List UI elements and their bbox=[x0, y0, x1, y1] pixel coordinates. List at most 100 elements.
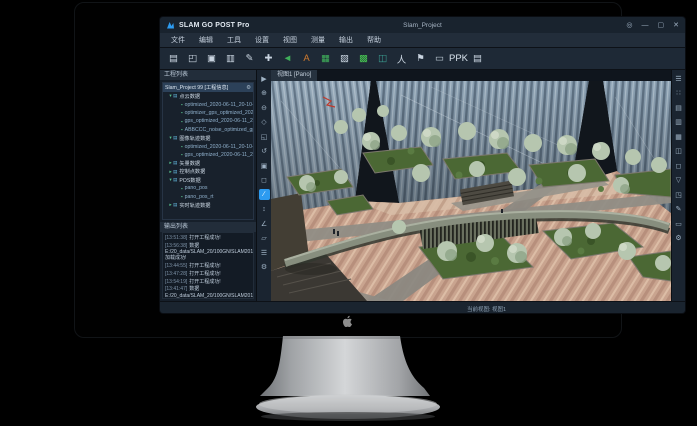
layer-list-icon[interactable]: ☰ bbox=[673, 73, 684, 84]
imac-stand bbox=[252, 330, 452, 426]
measure-distance-icon[interactable]: ∕ bbox=[259, 189, 270, 200]
minimize-button[interactable]: — bbox=[642, 22, 649, 29]
tree-item-icon: ▪ bbox=[181, 119, 183, 124]
tree-root-label: Slam_Project 99 [工程信息] bbox=[165, 84, 246, 91]
view-toolbar-left: ▶ ⊕ ⊖ ◇ ◱ ↺ ▣ ◻ ∕ ↕ ∠ ▱ ☰ ⚙ bbox=[257, 70, 271, 301]
imac-monitor: SLAM GO POST Pro Slam_Project ◎ — ▢ ✕ 文件… bbox=[74, 2, 622, 338]
measure-angle-icon[interactable]: ∠ bbox=[259, 218, 270, 229]
menu-item[interactable]: 帮助 bbox=[360, 33, 388, 48]
image-list-icon[interactable]: ▨ bbox=[336, 51, 353, 67]
rgb-render-icon[interactable]: ▦ bbox=[673, 131, 684, 142]
menu-item[interactable]: 文件 bbox=[164, 33, 192, 48]
import-file-icon[interactable]: ▣ bbox=[203, 51, 220, 67]
annotate-tool-icon[interactable]: ✎ bbox=[673, 204, 684, 215]
text-annotation-icon[interactable]: A bbox=[298, 51, 315, 67]
log-entry: [13:51:38]打开工程成功! bbox=[165, 235, 251, 241]
tree-item-label: optimizer_gps_optimized_2020-0... bbox=[185, 110, 253, 116]
tree-item[interactable]: ▪ pano_pos_rt bbox=[163, 193, 253, 201]
close-button[interactable]: ✕ bbox=[673, 22, 679, 29]
desktop-background: SLAM GO POST Pro Slam_Project ◎ — ▢ ✕ 文件… bbox=[0, 0, 697, 426]
log-entry: [13:54:19]打开工程成功! bbox=[165, 279, 251, 285]
menu-item[interactable]: 编辑 bbox=[192, 33, 220, 48]
point-display-icon[interactable]: ∷ bbox=[673, 88, 684, 99]
brush-tool-icon[interactable]: ✚ bbox=[260, 51, 277, 67]
tree-item-icon: ▤ bbox=[173, 93, 177, 99]
tree-item-label: 实时轨迹数据 bbox=[179, 202, 210, 209]
tree-item-label: 矢量数据 bbox=[179, 160, 200, 167]
tree-item[interactable]: ▪ pano_pos bbox=[163, 184, 253, 192]
filter-tool-icon[interactable]: ▽ bbox=[673, 175, 684, 186]
log-message: 打开工程成功! bbox=[189, 271, 220, 277]
zoom-out-icon[interactable]: ⊖ bbox=[259, 102, 270, 113]
tree-item[interactable]: ▸ ▤ 控制点数据 bbox=[163, 168, 253, 176]
import-pointcloud-icon[interactable]: ◄ bbox=[279, 51, 296, 67]
log-entry: [13:41:47]数据 E:/20_data/SLAM_20/100GN/SL… bbox=[165, 286, 251, 299]
save-project-icon[interactable]: ▥ bbox=[222, 51, 239, 67]
log-entry: [13:44:55]打开工程成功! bbox=[165, 263, 251, 269]
elevation-render-icon[interactable]: ▤ bbox=[673, 102, 684, 113]
top-view-icon[interactable]: ▣ bbox=[259, 160, 270, 171]
log-timestamp: [13:54:19] bbox=[165, 279, 187, 285]
tree-item[interactable]: ▸ ▤ 矢量数据 bbox=[163, 159, 253, 167]
log-timestamp: [13:51:38] bbox=[165, 235, 187, 241]
tree-item[interactable]: ▾ ▤ 图像轨迹数据 bbox=[163, 134, 253, 142]
camera-sync-icon[interactable]: ▭ bbox=[673, 218, 684, 229]
menu-bar: 文件编辑工具设置视图测量输出帮助 bbox=[160, 33, 685, 48]
menu-item[interactable]: 设置 bbox=[248, 33, 276, 48]
pedestrian-mode-icon[interactable]: 人 bbox=[393, 51, 410, 67]
view-settings-icon[interactable]: ⚙ bbox=[673, 233, 684, 244]
report-view-icon[interactable]: ▤ bbox=[469, 51, 486, 67]
tree-item[interactable]: ▾ ▤ POS数据 bbox=[163, 176, 253, 184]
new-project-icon[interactable]: ▤ bbox=[165, 51, 182, 67]
tree-item-label: gps_optimized_2020-06-11_20-1... bbox=[185, 152, 253, 158]
clip-box-icon[interactable]: ◳ bbox=[673, 189, 684, 200]
tree-item-icon: ▪ bbox=[181, 152, 183, 157]
measure-area-icon[interactable]: ▱ bbox=[259, 233, 270, 244]
menu-item[interactable]: 工具 bbox=[220, 33, 248, 48]
tree-item-icon: ▪ bbox=[181, 110, 183, 115]
pan-tool-icon[interactable]: ◇ bbox=[259, 117, 270, 128]
menu-item[interactable]: 输出 bbox=[332, 33, 360, 48]
tree-item[interactable]: ▪ optimized_2020-06-11_20-10-09... bbox=[163, 142, 253, 150]
open-project-icon[interactable]: ◰ bbox=[184, 51, 201, 67]
profile-tool-icon[interactable]: ☰ bbox=[259, 247, 270, 258]
log-message: 打开工程成功! bbox=[189, 235, 220, 241]
rotate-view-icon[interactable]: ↺ bbox=[259, 146, 270, 157]
tree-item[interactable]: ▪ gps_optimized_2020-06-11_20-1... bbox=[163, 151, 253, 159]
fit-view-icon[interactable]: ◱ bbox=[259, 131, 270, 142]
title-bar: SLAM GO POST Pro Slam_Project ◎ — ▢ ✕ bbox=[160, 17, 685, 33]
front-view-icon[interactable]: ◻ bbox=[259, 175, 270, 186]
tree-item-icon: ▤ bbox=[173, 177, 177, 183]
menu-item[interactable]: 测量 bbox=[304, 33, 332, 48]
display-settings-icon[interactable]: ⚙ bbox=[259, 262, 270, 273]
tree-item[interactable]: ▾ ▤ 点云数据 bbox=[163, 92, 253, 100]
single-color-icon[interactable]: ◻ bbox=[673, 160, 684, 171]
tree-item[interactable]: ▪ ABBCCC_noise_optimized_gps_o... bbox=[163, 126, 253, 134]
tree-item[interactable]: ▪ optimizer_gps_optimized_2020-0... bbox=[163, 109, 253, 117]
zoom-in-icon[interactable]: ⊕ bbox=[259, 88, 270, 99]
intensity-render-icon[interactable]: ▥ bbox=[673, 117, 684, 128]
panorama-camera-icon[interactable]: ▭ bbox=[431, 51, 448, 67]
settings-icon[interactable]: ◎ bbox=[626, 22, 632, 29]
tree-item[interactable]: ▪ optimized_2020-06-11_20-10-0... bbox=[163, 100, 253, 108]
tree-item[interactable]: ▪ gps_optimized_2020-06-11_20-1... bbox=[163, 117, 253, 125]
log-list-header: 输出列表 bbox=[160, 222, 256, 232]
select-tool-icon[interactable]: ▶ bbox=[259, 73, 270, 84]
tree-root-item[interactable]: Slam_Project 99 [工程信息] ⚙ bbox=[163, 83, 253, 92]
log-entry: [13:56:38]数据 E:/20_data/SLAM_20/100GN/SL… bbox=[165, 243, 251, 262]
edit-tool-icon[interactable]: ✎ bbox=[241, 51, 258, 67]
gear-icon[interactable]: ⚙ bbox=[246, 85, 251, 91]
trajectory-tool-icon[interactable]: ◫ bbox=[374, 51, 391, 67]
flag-tool-icon[interactable]: ⚑ bbox=[412, 51, 429, 67]
menu-item[interactable]: 视图 bbox=[276, 33, 304, 48]
viewport-tab[interactable]: 视图1 [Pano] bbox=[271, 70, 317, 81]
classify-render-icon[interactable]: ◫ bbox=[673, 146, 684, 157]
pointcloud-viewport[interactable] bbox=[271, 81, 671, 301]
colorize-tool-icon[interactable]: ▩ bbox=[355, 51, 372, 67]
maximize-button[interactable]: ▢ bbox=[658, 22, 665, 29]
resample-grid-icon[interactable]: ▦ bbox=[317, 51, 334, 67]
measure-height-icon[interactable]: ↕ bbox=[259, 204, 270, 215]
viewport-tab-strip: 视图1 [Pano] bbox=[271, 70, 671, 81]
tree-item[interactable]: ▸ ▤ 实时轨迹数据 bbox=[163, 201, 253, 209]
ppk-process-icon[interactable]: PPK bbox=[450, 51, 467, 67]
